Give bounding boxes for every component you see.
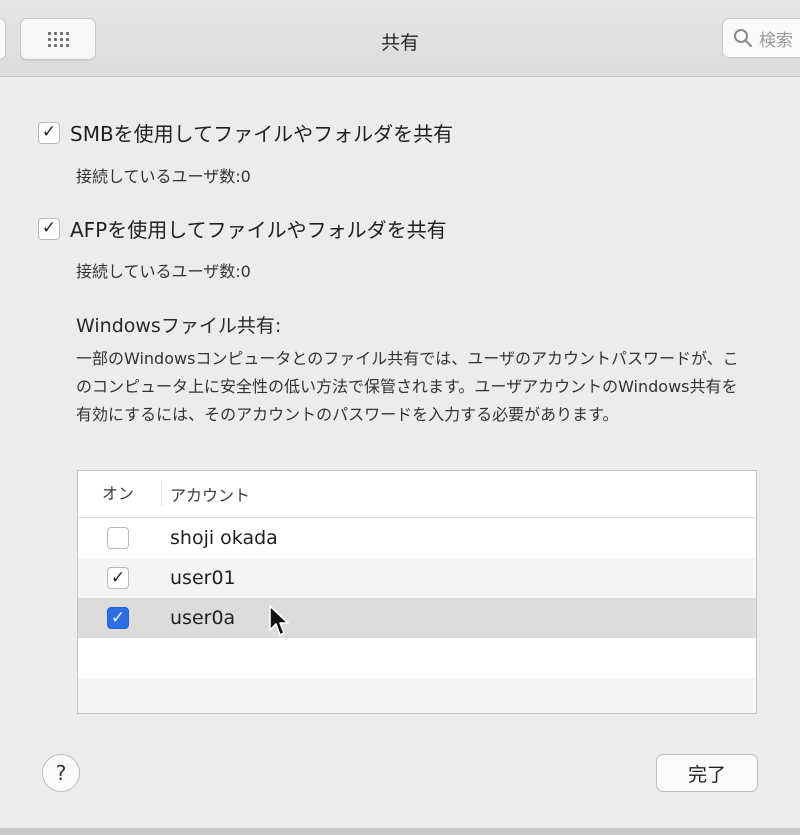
search-placeholder: 検索 <box>759 30 793 51</box>
table-header: オン アカウント <box>78 471 756 518</box>
mouse-pointer-icon <box>269 605 289 636</box>
windows-sharing-title: Windowsファイル共有: <box>76 315 282 337</box>
account-name: shoji okada <box>170 527 278 549</box>
checkmark-icon: ✓ <box>41 122 57 142</box>
smb-connected-users: 接続しているユーザ数:0 <box>76 167 251 186</box>
column-header-account[interactable]: アカウント <box>162 482 250 506</box>
checkmark-icon: ✓ <box>110 607 126 628</box>
account-name: user01 <box>170 567 236 589</box>
checkmark-icon: ✓ <box>110 567 126 588</box>
table-row[interactable]: shoji okada <box>78 518 756 558</box>
smb-label: SMBを使用してファイルやフォルダを共有 <box>70 122 454 146</box>
checkmark-icon: ✓ <box>41 218 57 238</box>
smb-sharing-option[interactable]: ✓ SMBを使用してファイルやフォルダを共有 <box>38 118 453 147</box>
account-checkbox[interactable]: ✓ <box>107 607 129 629</box>
table-row[interactable]: ✓ user01 <box>78 558 756 598</box>
account-checkbox[interactable] <box>107 527 129 549</box>
window-title: 共有 <box>380 32 419 54</box>
afp-connected-users: 接続しているユーザ数:0 <box>76 262 251 281</box>
empty-row <box>78 638 756 678</box>
help-button[interactable]: ? <box>42 754 80 792</box>
afp-label: AFPを使用してファイルやフォルダを共有 <box>70 218 447 242</box>
toolbar: 共有 検索 <box>0 0 800 77</box>
column-header-on[interactable]: オン <box>78 482 162 506</box>
afp-checkbox[interactable]: ✓ <box>38 217 60 240</box>
search-field[interactable]: 検索 <box>722 18 800 58</box>
account-checkbox[interactable]: ✓ <box>107 567 129 589</box>
empty-row <box>78 678 756 713</box>
search-icon <box>734 29 753 48</box>
done-button[interactable]: 完了 <box>656 754 758 792</box>
table-row-selected[interactable]: ✓ user0a <box>78 598 756 638</box>
smb-checkbox[interactable]: ✓ <box>38 121 60 144</box>
afp-sharing-option[interactable]: ✓ AFPを使用してファイルやフォルダを共有 <box>38 214 447 243</box>
accounts-table: オン アカウント shoji okada ✓ user01 ✓ user0a <box>77 470 757 714</box>
account-name: user0a <box>170 607 236 629</box>
window-bottom-edge <box>0 828 800 835</box>
windows-sharing-description: 一部のWindowsコンピュータとのファイル共有では、ユーザのアカウントパスワー… <box>76 349 739 424</box>
